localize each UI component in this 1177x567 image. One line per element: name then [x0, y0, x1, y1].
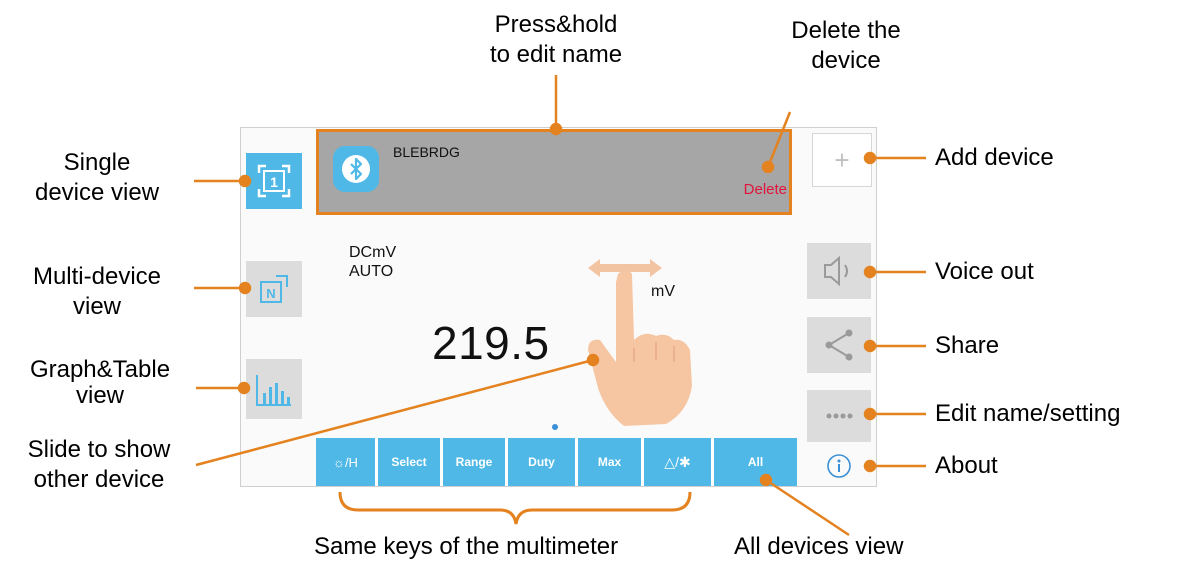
- voice-out-button[interactable]: [807, 243, 871, 299]
- single-view-icon: 1: [257, 164, 291, 198]
- main-reading: 219.5: [432, 317, 550, 369]
- about-button[interactable]: [826, 453, 852, 479]
- callout-share: Share: [935, 332, 1000, 359]
- callout-graph-view: Graph&Table view: [29, 356, 171, 409]
- callout-press-hold: Press&hold to edit name: [489, 11, 623, 68]
- select-key[interactable]: Select: [378, 438, 443, 486]
- edit-settings-button[interactable]: [807, 390, 871, 442]
- device-name[interactable]: BLEBRDG: [393, 144, 460, 160]
- pointing-hand-icon: [588, 270, 692, 426]
- single-view-number: 1: [270, 174, 278, 190]
- all-devices-key[interactable]: All: [714, 438, 797, 486]
- multi-view-letter: N: [266, 286, 275, 301]
- callout-slide: Slide to show other device: [27, 436, 171, 493]
- max-key[interactable]: Max: [578, 438, 644, 486]
- callout-add-device: Add device: [935, 144, 1054, 171]
- range-key[interactable]: Range: [443, 438, 508, 486]
- delete-button[interactable]: Delete: [744, 181, 787, 198]
- page-indicator-dot: [552, 424, 558, 430]
- device-header[interactable]: BLEBRDG Delete: [316, 129, 792, 215]
- bluetooth-icon: [333, 146, 379, 192]
- callout-multi-view: Multi-device view: [32, 263, 162, 320]
- add-device-button[interactable]: +: [812, 133, 872, 187]
- rel-bluetooth-key[interactable]: △/✱: [644, 438, 714, 486]
- plus-icon: +: [834, 144, 850, 175]
- callout-voice-out: Voice out: [935, 258, 1034, 285]
- share-icon: [825, 329, 853, 361]
- light-hold-key[interactable]: ☼/H: [316, 438, 378, 486]
- bar-chart-icon: [256, 375, 291, 406]
- callout-same-keys: Same keys of the multimeter: [314, 533, 619, 560]
- callout-about: About: [935, 452, 998, 479]
- speaker-icon: [824, 255, 848, 287]
- callout-all-devices: All devices view: [734, 533, 904, 560]
- more-icon: [826, 413, 853, 419]
- range-label: AUTO: [349, 263, 394, 280]
- duty-key[interactable]: Duty: [508, 438, 578, 486]
- callout-edit-name: Edit name/setting: [935, 400, 1121, 427]
- graph-table-view-button[interactable]: [246, 359, 302, 419]
- callout-delete-device: Delete the device: [791, 17, 901, 74]
- multimeter-key-bar: ☼/H Select Range Duty Max △/✱ All: [316, 438, 797, 486]
- single-device-view-button[interactable]: 1: [246, 153, 302, 209]
- multi-view-icon: N: [260, 275, 288, 303]
- multi-device-view-button[interactable]: N: [246, 261, 302, 317]
- info-icon: [827, 454, 851, 478]
- mode-label: DCmV: [349, 244, 397, 261]
- share-button[interactable]: [807, 317, 871, 373]
- callout-single-view: Single device view: [34, 149, 160, 206]
